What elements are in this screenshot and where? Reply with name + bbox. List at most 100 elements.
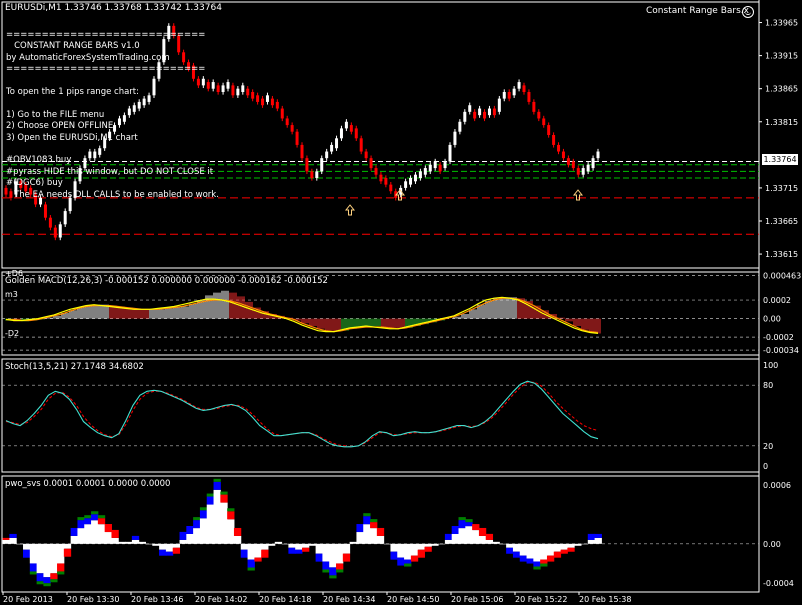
- panel-frame-stoch: [1, 358, 760, 473]
- candle-body: [335, 138, 339, 149]
- pwo-bar-cap: [363, 516, 371, 525]
- candle-body: [413, 174, 417, 182]
- comment-line: 1) Go to the FILE menu: [6, 109, 105, 120]
- candle-body: [487, 108, 491, 116]
- pwo-bar-white: [580, 543, 589, 545]
- candle-body: [542, 118, 546, 126]
- pwo-bar-cap: [376, 527, 385, 536]
- candle-body: [586, 164, 590, 172]
- candle-body: [256, 95, 260, 102]
- time-axis-label: 20 Feb 15:06: [451, 595, 503, 604]
- candle-body: [53, 227, 57, 238]
- candle-body: [507, 92, 511, 99]
- candle-body: [497, 98, 501, 112]
- pwo-axis-label: -0.0004: [763, 579, 794, 588]
- pwo-bar-white: [227, 519, 235, 544]
- pwo-bar-cap: [410, 555, 419, 562]
- pwo-bar-white: [302, 543, 310, 548]
- pwo-bar-white: [111, 537, 119, 544]
- candle-body: [280, 108, 284, 119]
- candle-body: [522, 85, 526, 92]
- pwo-bar-cap: [43, 577, 51, 584]
- pwo-bar-cap: [478, 527, 487, 536]
- pwo-bar-white: [533, 543, 541, 562]
- pwo-bar-white: [410, 543, 419, 556]
- pwo-bar-cap: [227, 511, 235, 520]
- pwo-bar-white: [9, 537, 17, 544]
- pwo-bar-white: [336, 543, 344, 564]
- candle-body: [478, 108, 482, 116]
- pwo-bar-cap: [50, 573, 58, 580]
- macd-signal-line: [6, 297, 599, 334]
- pwo-bar-white: [560, 543, 568, 550]
- candle-body: [463, 111, 467, 122]
- pwo-bar-cap: [165, 551, 174, 556]
- candle-body: [226, 82, 230, 89]
- comment-line: The EA needs DLL CALLS to be enabled to …: [6, 189, 219, 200]
- time-axis-label: 20 Feb 13:30: [67, 595, 119, 604]
- pwo-bar-cap: [295, 549, 303, 554]
- pwo-bar-cap-green: [29, 571, 38, 575]
- pwo-bar-white: [36, 543, 44, 574]
- macd-axis-label: -0.0002: [763, 333, 794, 342]
- pwo-bar-white: [499, 543, 507, 545]
- time-axis-label: 20 Feb 14:18: [259, 595, 311, 604]
- pwo-bar-white: [145, 543, 153, 545]
- pwo-bar-white: [370, 528, 378, 544]
- pwo-bar-cap: [519, 555, 528, 562]
- pwo-bar-cap: [540, 559, 548, 564]
- pwo-bar-white: [288, 543, 296, 548]
- pwo-bar-cap-green: [322, 569, 330, 573]
- pwo-bar-cap-green: [50, 579, 58, 583]
- price-axis-label: 1.33665: [765, 217, 798, 226]
- candle-body: [502, 92, 506, 99]
- candle-body: [379, 174, 383, 182]
- candle-body: [290, 125, 294, 132]
- pwo-bar-cap-green: [227, 508, 235, 512]
- pwo-bar-cap: [424, 546, 432, 552]
- time-axis-label: 20 Feb 15:38: [579, 595, 631, 604]
- pwo-bar-cap-green: [213, 478, 221, 482]
- pwo-bar-cap: [77, 520, 85, 529]
- pwo-bar-cap-green: [247, 567, 255, 571]
- pwo-bar-cap: [560, 549, 568, 554]
- comment-line: 2) Choose OPEN OFFLINE: [6, 121, 114, 132]
- pwo-bar-cap: [261, 549, 269, 558]
- pwo-bar-white: [315, 543, 323, 554]
- pwo-bar-white: [159, 543, 167, 550]
- candle-body: [295, 131, 299, 145]
- pwo-bar-white: [29, 543, 38, 564]
- candle-body: [552, 135, 556, 145]
- candle-body: [285, 118, 289, 126]
- pwo-bar-cap: [159, 549, 167, 556]
- candle-body: [389, 184, 393, 192]
- pwo-bar-white: [390, 543, 398, 552]
- pwo-title: pwo_svs 0.0001 0.0001 0.0000 0.0000: [5, 479, 171, 489]
- pwo-bar-cap: [23, 549, 31, 558]
- pwo-bar-cap-green: [370, 519, 378, 523]
- pwo-bar-cap: [404, 559, 412, 564]
- pwo-bar-cap: [29, 563, 38, 572]
- pwo-bar-cap: [526, 558, 534, 564]
- chart-window: 1.33965 1.33915 1.33865 1.33815 1.33715 1.336…: [0, 0, 802, 605]
- pwo-bar-white: [43, 543, 51, 578]
- pwo-bar-white: [138, 541, 146, 544]
- pwo-bar-cap: [97, 518, 106, 525]
- candle-body: [527, 92, 531, 102]
- pwo-bar-white: [594, 537, 602, 544]
- pwo-bar-white: [63, 543, 72, 549]
- pwo-bar-white: [16, 543, 24, 545]
- macd-axis-label: 0.00: [763, 315, 781, 324]
- pwo-bar-white: [567, 543, 575, 548]
- macd-title: Golden MACD(12,26,3) -0.000152 0.000000 …: [5, 276, 328, 286]
- pwo-bar-white: [267, 543, 276, 546]
- stoch-main-line: [5, 380, 599, 448]
- smiley-icon: [742, 6, 754, 18]
- candle-body: [369, 158, 373, 169]
- candle-body: [236, 88, 240, 96]
- pwo-bar-cap: [111, 529, 119, 538]
- pwo-bar-white: [492, 541, 500, 544]
- pwo-bar-cap-green: [465, 519, 473, 523]
- candle-body: [354, 128, 358, 139]
- pwo-bar-cap-green: [97, 515, 106, 519]
